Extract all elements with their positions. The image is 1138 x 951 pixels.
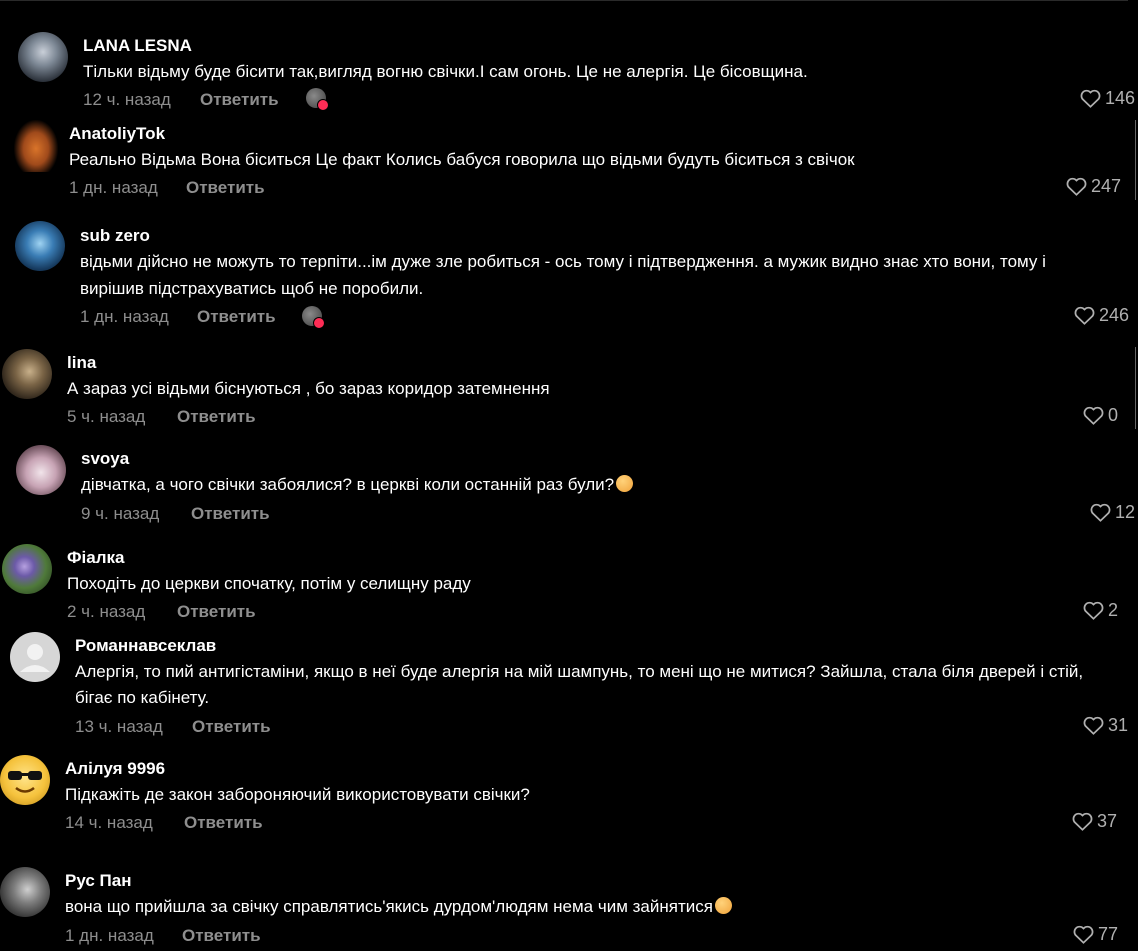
comment-author[interactable]: Фіалка <box>67 548 124 568</box>
reply-button[interactable]: Ответить <box>197 307 276 327</box>
top-divider <box>0 0 1128 1</box>
heart-icon <box>1083 601 1104 620</box>
heart-icon <box>1080 89 1101 108</box>
reply-button[interactable]: Ответить <box>177 602 256 622</box>
comment-timestamp: 2 ч. назад <box>67 602 146 621</box>
scroll-indicator <box>1135 120 1136 200</box>
heart-icon <box>1066 177 1087 196</box>
like-count: 146 <box>1105 88 1136 108</box>
like-count: 247 <box>1091 176 1122 196</box>
comment-text: вирішив підстрахуватись щоб не поробили. <box>80 279 424 298</box>
like-count: 37 <box>1097 811 1118 831</box>
reply-button[interactable]: Ответить <box>186 178 265 198</box>
avatar[interactable] <box>16 445 66 495</box>
like-count: 31 <box>1108 715 1129 735</box>
emoji-icon <box>714 897 732 914</box>
comment-author[interactable]: Романнавсеклав <box>75 636 216 656</box>
avatar[interactable] <box>15 221 65 271</box>
reply-button[interactable]: Ответить <box>182 926 261 946</box>
heart-icon <box>1083 406 1104 425</box>
comment-timestamp: 13 ч. назад <box>75 717 163 736</box>
creator-liked-avatar <box>302 306 325 329</box>
avatar[interactable] <box>14 120 58 172</box>
reply-button[interactable]: Ответить <box>184 813 263 833</box>
like-count: 246 <box>1099 305 1130 325</box>
default-avatar-icon <box>20 644 50 672</box>
comment-author[interactable]: sub zero <box>80 226 150 246</box>
comment-text: Тільки відьму буде бісити так,вигляд вог… <box>83 62 808 81</box>
avatar[interactable] <box>2 544 52 594</box>
heart-icon <box>1072 812 1093 831</box>
heart-icon <box>1090 503 1111 522</box>
avatar[interactable] <box>0 867 50 917</box>
creator-liked-avatar <box>306 88 329 111</box>
comment-author[interactable]: Рус Пан <box>65 871 132 891</box>
comment-text: вона що прийшла за свічку справлятись'як… <box>65 893 732 920</box>
like-button[interactable]: 247 <box>1066 176 1121 197</box>
comment-timestamp: 12 ч. назад <box>83 90 171 109</box>
comment-timestamp: 5 ч. назад <box>67 407 146 426</box>
like-button[interactable]: 2 <box>1083 600 1118 621</box>
like-count: 0 <box>1108 405 1119 425</box>
reply-button[interactable]: Ответить <box>191 504 270 524</box>
heart-icon <box>1083 716 1104 735</box>
like-button[interactable]: 0 <box>1083 405 1118 426</box>
comment-text: відьми дійсно не можуть то терпіти...ім … <box>80 252 1046 271</box>
like-button[interactable]: 246 <box>1074 305 1129 326</box>
like-button[interactable]: 146 <box>1080 88 1135 109</box>
like-button[interactable]: 77 <box>1073 924 1118 945</box>
comment-text-content: дівчатка, а чого свічки забоялися? в цер… <box>81 475 615 494</box>
emoji-icon <box>616 475 634 492</box>
comment-author[interactable]: LANA LESNA <box>83 36 192 56</box>
avatar[interactable] <box>0 755 50 805</box>
like-count: 77 <box>1098 924 1119 944</box>
heart-icon <box>1074 306 1095 325</box>
comment-timestamp: 14 ч. назад <box>65 813 153 832</box>
reply-button[interactable]: Ответить <box>177 407 256 427</box>
comment-text: А зараз усі відьми біснуються , бо зараз… <box>67 379 550 398</box>
comment-text: Алергія, то пий антигістаміни, якщо в не… <box>75 662 1084 681</box>
comment-text: Підкажіть де закон забороняючий використ… <box>65 785 530 804</box>
comment-timestamp: 1 дн. назад <box>65 926 154 945</box>
comment-author[interactable]: AnatoliyTok <box>69 124 165 144</box>
like-button[interactable]: 12 <box>1090 502 1135 523</box>
comment-text: бігає по кабінету. <box>75 688 210 707</box>
comment-text: Реально Відьма Вона біситься Це факт Кол… <box>69 150 855 169</box>
comment-timestamp: 1 дн. назад <box>80 307 169 326</box>
comment-timestamp: 1 дн. назад <box>69 178 158 197</box>
like-button[interactable]: 37 <box>1072 811 1117 832</box>
like-count: 2 <box>1108 600 1119 620</box>
avatar[interactable] <box>2 349 52 399</box>
like-button[interactable]: 31 <box>1083 715 1128 736</box>
comment-author[interactable]: lina <box>67 353 96 373</box>
heart-icon <box>1073 925 1094 944</box>
like-count: 12 <box>1115 502 1136 522</box>
heart-badge-icon <box>317 99 329 111</box>
comment-timestamp: 9 ч. назад <box>81 504 160 523</box>
comment-text: дівчатка, а чого свічки забоялися? в цер… <box>81 471 634 498</box>
sunglasses-emoji-icon <box>8 771 42 793</box>
heart-badge-icon <box>313 317 325 329</box>
comment-author[interactable]: Алілуя 9996 <box>65 759 165 779</box>
avatar[interactable] <box>10 632 60 682</box>
scroll-indicator <box>1135 347 1136 429</box>
avatar[interactable] <box>18 32 68 82</box>
comment-text: Походіть до церкви спочатку, потім у сел… <box>67 574 471 593</box>
comment-text-content: вона що прийшла за свічку справлятись'як… <box>65 897 713 916</box>
comment-author[interactable]: svoya <box>81 449 129 469</box>
reply-button[interactable]: Ответить <box>192 717 271 737</box>
reply-button[interactable]: Ответить <box>200 90 279 110</box>
